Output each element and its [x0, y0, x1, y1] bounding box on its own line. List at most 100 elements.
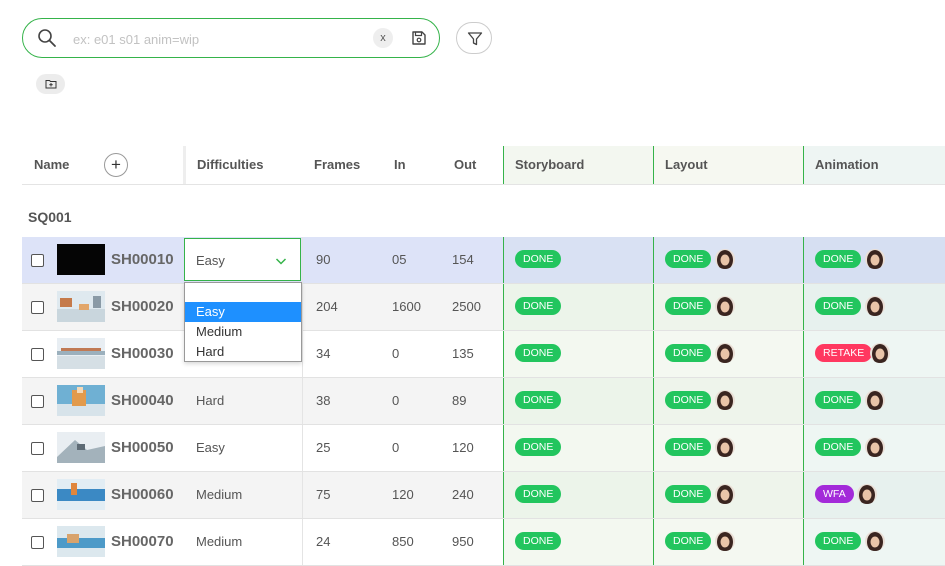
status-badge[interactable]: DONE [815, 438, 862, 456]
animation-cell[interactable]: DONE [803, 378, 945, 424]
storyboard-cell[interactable]: DONE [503, 331, 653, 377]
table-row[interactable]: SH00050 Easy 25 0 120 DONE DONE DONE [22, 425, 945, 472]
status-badge[interactable]: DONE [665, 297, 712, 315]
storyboard-column-header[interactable]: Storyboard [515, 146, 584, 184]
row-checkbox[interactable] [31, 395, 44, 408]
shot-thumbnail[interactable] [57, 526, 105, 557]
animation-cell[interactable]: WFA [803, 472, 945, 518]
status-badge[interactable]: DONE [815, 297, 862, 315]
layout-cell[interactable]: DONE [653, 425, 803, 471]
status-badge[interactable]: DONE [665, 485, 712, 503]
table-row[interactable]: SH00060 Medium 75 120 240 DONE DONE WFA [22, 472, 945, 519]
table-row[interactable]: SH00030 34 0 135 DONE DONE RETAKE [22, 331, 945, 378]
shot-name[interactable]: SH00070 [111, 519, 174, 565]
difficulty-cell[interactable]: Medium [183, 519, 303, 565]
layout-cell[interactable]: DONE [653, 284, 803, 330]
frames-column-header[interactable]: Frames [314, 146, 360, 184]
shot-thumbnail[interactable] [57, 338, 105, 369]
shot-name[interactable]: SH00060 [111, 472, 174, 518]
shot-thumbnail[interactable] [57, 385, 105, 416]
status-badge[interactable]: DONE [665, 438, 712, 456]
avatar[interactable] [865, 437, 885, 457]
row-checkbox[interactable] [31, 536, 44, 549]
difficulty-option[interactable]: Hard [185, 342, 301, 362]
avatar[interactable] [715, 390, 735, 410]
status-badge[interactable]: DONE [665, 391, 712, 409]
storyboard-cell[interactable]: DONE [503, 237, 653, 283]
layout-cell[interactable]: DONE [653, 331, 803, 377]
table-row[interactable]: SH00010 Easy 90 05 154 DONE DONE DONE [22, 237, 945, 284]
avatar[interactable] [857, 484, 877, 504]
save-icon[interactable] [411, 30, 427, 46]
avatar[interactable] [715, 343, 735, 363]
add-folder-button[interactable] [36, 74, 65, 94]
status-badge[interactable]: DONE [665, 532, 712, 550]
status-badge[interactable]: DONE [515, 344, 562, 362]
shot-thumbnail[interactable] [57, 244, 105, 275]
storyboard-cell[interactable]: DONE [503, 425, 653, 471]
storyboard-cell[interactable]: DONE [503, 472, 653, 518]
row-checkbox[interactable] [31, 301, 44, 314]
table-row[interactable]: SH00070 Medium 24 850 950 DONE DONE DONE [22, 519, 945, 566]
status-badge[interactable]: DONE [665, 250, 712, 268]
storyboard-cell[interactable]: DONE [503, 519, 653, 565]
avatar[interactable] [715, 249, 735, 269]
shot-name[interactable]: SH00040 [111, 378, 174, 424]
out-column-header[interactable]: Out [454, 146, 476, 184]
status-badge[interactable]: DONE [515, 532, 562, 550]
avatar[interactable] [715, 437, 735, 457]
avatar[interactable] [715, 296, 735, 316]
animation-cell[interactable]: DONE [803, 425, 945, 471]
status-badge[interactable]: DONE [815, 532, 862, 550]
status-badge[interactable]: DONE [815, 250, 862, 268]
layout-column-header[interactable]: Layout [665, 146, 708, 184]
avatar[interactable] [865, 296, 885, 316]
storyboard-cell[interactable]: DONE [503, 378, 653, 424]
clear-search-button[interactable]: x [373, 28, 393, 48]
layout-cell[interactable]: DONE [653, 378, 803, 424]
avatar[interactable] [865, 249, 885, 269]
row-checkbox[interactable] [31, 348, 44, 361]
shot-name[interactable]: SH00030 [111, 331, 174, 377]
status-badge[interactable]: DONE [515, 485, 562, 503]
layout-cell[interactable]: DONE [653, 519, 803, 565]
animation-cell[interactable]: DONE [803, 519, 945, 565]
status-badge[interactable]: WFA [815, 485, 854, 503]
difficulty-cell[interactable]: Hard [183, 378, 303, 424]
status-badge[interactable]: DONE [515, 297, 562, 315]
row-checkbox[interactable] [31, 254, 44, 267]
avatar[interactable] [865, 390, 885, 410]
storyboard-cell[interactable]: DONE [503, 284, 653, 330]
status-badge[interactable]: DONE [515, 438, 562, 456]
status-badge[interactable]: DONE [515, 250, 562, 268]
animation-cell[interactable]: DONE [803, 284, 945, 330]
avatar[interactable] [715, 484, 735, 504]
shot-name[interactable]: SH00050 [111, 425, 174, 471]
difficulty-option[interactable]: Easy [185, 302, 301, 322]
table-row[interactable]: SH00040 Hard 38 0 89 DONE DONE DONE [22, 378, 945, 425]
difficulty-cell[interactable]: Easy [183, 425, 303, 471]
status-badge[interactable]: DONE [515, 391, 562, 409]
difficulty-option[interactable]: Medium [185, 322, 301, 342]
layout-cell[interactable]: DONE [653, 237, 803, 283]
status-badge[interactable]: DONE [665, 344, 712, 362]
status-badge[interactable]: DONE [815, 391, 862, 409]
search-input[interactable] [71, 28, 365, 50]
in-column-header[interactable]: In [394, 146, 406, 184]
difficulties-column-header[interactable]: Difficulties [183, 146, 303, 184]
avatar[interactable] [715, 531, 735, 551]
shot-thumbnail[interactable] [57, 432, 105, 463]
difficulty-select[interactable]: Easy [184, 238, 301, 281]
avatar[interactable] [865, 531, 885, 551]
shot-thumbnail[interactable] [57, 291, 105, 322]
row-checkbox[interactable] [31, 489, 44, 502]
shot-name[interactable]: SH00020 [111, 284, 174, 330]
animation-column-header[interactable]: Animation [815, 146, 879, 184]
shot-thumbnail[interactable] [57, 479, 105, 510]
table-row[interactable]: SH00020 204 1600 2500 DONE DONE DONE [22, 284, 945, 331]
animation-cell[interactable]: RETAKE [803, 331, 945, 377]
filter-button[interactable] [456, 22, 492, 54]
difficulty-cell[interactable]: Medium [183, 472, 303, 518]
animation-cell[interactable]: DONE [803, 237, 945, 283]
add-column-button[interactable]: + [104, 153, 128, 177]
